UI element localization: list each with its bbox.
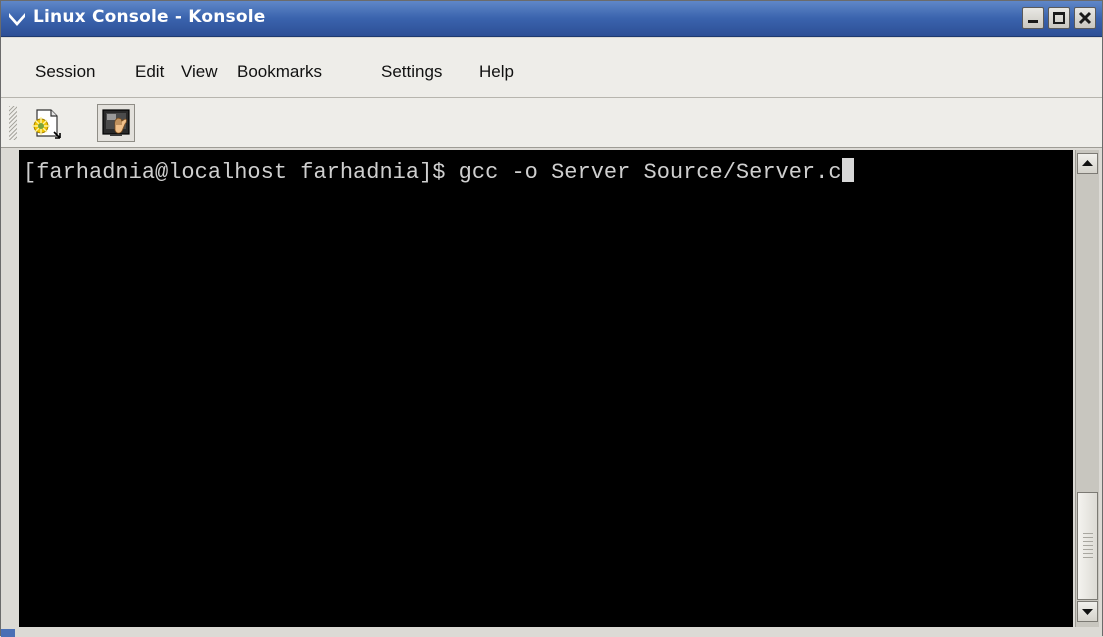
menu-view[interactable]: View bbox=[181, 62, 218, 82]
new-session-button[interactable] bbox=[27, 104, 65, 142]
menu-help[interactable]: Help bbox=[479, 62, 514, 82]
toolbar bbox=[1, 98, 1102, 148]
text-cursor bbox=[841, 158, 854, 182]
terminal-output[interactable]: [farhadnia@localhost farhadnia]$ gcc -o … bbox=[19, 150, 1073, 627]
menu-bookmarks[interactable]: Bookmarks bbox=[237, 62, 322, 82]
new-session-icon bbox=[32, 109, 61, 139]
scroll-down-button[interactable] bbox=[1077, 601, 1098, 622]
close-icon bbox=[1078, 11, 1092, 25]
arrow-up-icon bbox=[1082, 160, 1093, 166]
vertical-scrollbar[interactable] bbox=[1075, 150, 1099, 627]
scroll-thumb-grip bbox=[1083, 533, 1093, 559]
menu-bar: Session Edit View Bookmarks Settings Hel… bbox=[1, 38, 1102, 98]
konsole-window: Linux Console - Konsole Session Edit Vie… bbox=[0, 0, 1103, 637]
window-title: Linux Console - Konsole bbox=[33, 7, 266, 27]
title-bar[interactable]: Linux Console - Konsole bbox=[1, 1, 1102, 37]
minimize-icon bbox=[1028, 20, 1038, 23]
minimize-button[interactable] bbox=[1022, 7, 1044, 29]
window-bottom-border bbox=[1, 628, 1102, 636]
menu-edit[interactable]: Edit bbox=[135, 62, 164, 82]
scroll-thumb[interactable] bbox=[1077, 492, 1098, 600]
maximize-icon bbox=[1053, 12, 1065, 24]
close-button[interactable] bbox=[1074, 7, 1096, 29]
scroll-up-button[interactable] bbox=[1077, 153, 1098, 174]
menu-settings[interactable]: Settings bbox=[381, 62, 442, 82]
arrow-down-icon bbox=[1082, 609, 1093, 615]
maximize-button[interactable] bbox=[1048, 7, 1070, 29]
konsole-session-button[interactable] bbox=[97, 104, 135, 142]
menu-session[interactable]: Session bbox=[35, 62, 95, 82]
window-menu-chevron-icon[interactable] bbox=[7, 10, 27, 28]
konsole-icon bbox=[102, 109, 130, 136]
terminal-line-text: [farhadnia@localhost farhadnia]$ gcc -o … bbox=[23, 160, 842, 185]
terminal-command-line: [farhadnia@localhost farhadnia]$ gcc -o … bbox=[23, 158, 854, 185]
toolbar-grip-handle[interactable] bbox=[9, 106, 17, 140]
